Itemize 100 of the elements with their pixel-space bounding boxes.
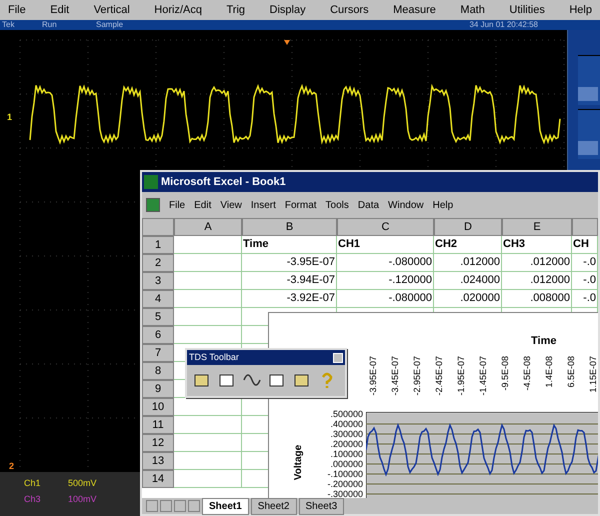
menu-item[interactable]: Window bbox=[388, 198, 424, 212]
menu-item[interactable]: Cursors bbox=[328, 2, 371, 18]
scroll-button[interactable] bbox=[188, 500, 200, 512]
row-header[interactable]: 8 bbox=[142, 362, 174, 380]
table-cell: -3.95E-07 bbox=[242, 254, 337, 272]
tick-label: -2.95E-07 bbox=[412, 356, 422, 398]
menu-item[interactable]: File bbox=[169, 198, 186, 212]
row-header[interactable]: 10 bbox=[142, 398, 174, 416]
axis-title: Time bbox=[531, 334, 556, 349]
column-header[interactable]: A bbox=[174, 218, 242, 236]
tick-label: 1.15E-07 bbox=[588, 356, 598, 395]
row-header[interactable]: 11 bbox=[142, 416, 174, 434]
channel-scale: 500mV bbox=[68, 477, 97, 490]
sheet-tab[interactable]: Sheet3 bbox=[298, 498, 344, 514]
column-header[interactable]: B bbox=[242, 218, 337, 236]
tick-label: -9.5E-08 bbox=[500, 356, 510, 393]
tick-label: -3.45E-07 bbox=[390, 356, 400, 398]
row-header[interactable]: 3 bbox=[142, 272, 174, 290]
table-cell: .008000 bbox=[502, 290, 572, 308]
document-icon[interactable] bbox=[146, 198, 160, 212]
table-cell: -.0 bbox=[572, 272, 598, 290]
table-cell: .020000 bbox=[434, 290, 502, 308]
menu-item[interactable]: Math bbox=[458, 2, 487, 18]
table-cell: -.080000 bbox=[337, 290, 434, 308]
menu-item[interactable]: Display bbox=[268, 2, 308, 18]
panel-button[interactable] bbox=[578, 55, 600, 105]
menu-item[interactable]: View bbox=[220, 198, 242, 212]
row-header[interactable]: 4 bbox=[142, 290, 174, 308]
menu-item[interactable]: Help bbox=[432, 198, 454, 212]
menu-item[interactable]: Utilities bbox=[507, 2, 547, 18]
menu-item[interactable]: Horiz/Acq bbox=[152, 2, 204, 18]
table-cell: CH2 bbox=[434, 236, 502, 254]
menu-item[interactable]: Edit bbox=[48, 2, 72, 18]
sheet-tab[interactable]: Sheet1 bbox=[202, 498, 249, 514]
row-header[interactable]: 9 bbox=[142, 380, 174, 398]
channel-name: Ch3 bbox=[24, 492, 42, 506]
date-time: 34 Jun 01 20:42:58 bbox=[469, 20, 538, 30]
run-state: Run bbox=[42, 20, 58, 30]
tick-label: -2.45E-07 bbox=[434, 356, 444, 398]
table-cell: CH1 bbox=[337, 236, 434, 254]
scroll-button[interactable] bbox=[146, 500, 158, 512]
menu-item[interactable]: Measure bbox=[391, 2, 438, 18]
corner-cell[interactable] bbox=[142, 218, 174, 236]
trigger-marker-icon bbox=[284, 40, 290, 45]
menu-item[interactable]: File bbox=[6, 2, 28, 18]
table-cell: -.0 bbox=[572, 290, 598, 308]
sheet-tab[interactable]: Sheet2 bbox=[250, 498, 296, 514]
row-header[interactable]: 12 bbox=[142, 434, 174, 452]
table-cell: .012000 bbox=[434, 254, 502, 272]
brand-label: Tek bbox=[2, 20, 16, 30]
table-cell: Time bbox=[242, 236, 337, 254]
tick-label: -3.95E-07 bbox=[368, 356, 378, 398]
tick-label: .400000 bbox=[329, 419, 363, 429]
row-header[interactable]: 1 bbox=[142, 236, 174, 254]
row-header[interactable]: 2 bbox=[142, 254, 174, 272]
table-cell: CH3 bbox=[502, 236, 572, 254]
row-header[interactable]: 13 bbox=[142, 452, 174, 470]
row-header[interactable]: 6 bbox=[142, 326, 174, 344]
tick-label: .200000 bbox=[329, 439, 363, 449]
column-header[interactable]: D bbox=[434, 218, 502, 236]
row-header[interactable]: 5 bbox=[142, 308, 174, 326]
channel-marker: 1 bbox=[6, 112, 14, 122]
table-cell: -3.94E-07 bbox=[242, 272, 337, 290]
tick-label: -.200000 bbox=[326, 479, 363, 489]
close-icon[interactable] bbox=[333, 352, 343, 362]
tick-label: .000000 bbox=[329, 459, 363, 469]
table-cell: -.0 bbox=[572, 254, 598, 272]
tick-label: -4.5E-08 bbox=[522, 356, 532, 393]
panel-button[interactable] bbox=[578, 109, 600, 159]
tick-label: .100000 bbox=[329, 449, 363, 459]
tick-label: .300000 bbox=[329, 429, 363, 439]
menu-item[interactable]: Vertical bbox=[92, 2, 132, 18]
menu-item[interactable]: Insert bbox=[250, 198, 276, 212]
acquisition-mode: Sample bbox=[96, 20, 124, 30]
table-cell: -3.92E-07 bbox=[242, 290, 337, 308]
tick-label: -.300000 bbox=[326, 489, 363, 498]
tick-label: -1.95E-07 bbox=[456, 356, 466, 398]
column-header[interactable]: C bbox=[337, 218, 434, 236]
menu-item[interactable]: Help bbox=[567, 2, 594, 18]
table-cell: -.080000 bbox=[337, 254, 434, 272]
scroll-button[interactable] bbox=[174, 500, 186, 512]
window-title: Microsoft Excel - Book1 bbox=[161, 174, 286, 190]
menu-item[interactable]: Format bbox=[284, 198, 317, 212]
channel-scale: 100mV bbox=[68, 492, 97, 506]
menu-item[interactable]: Tools bbox=[326, 198, 349, 212]
tick-label: .500000 bbox=[329, 409, 363, 419]
column-header[interactable]: E bbox=[502, 218, 572, 236]
scroll-button[interactable] bbox=[160, 500, 172, 512]
row-header[interactable]: 7 bbox=[142, 344, 174, 362]
table-cell: -.120000 bbox=[337, 272, 434, 290]
tick-label: 6.5E-08 bbox=[566, 356, 576, 390]
menu-item[interactable]: Edit bbox=[194, 198, 212, 212]
menu-item[interactable]: Data bbox=[358, 198, 380, 212]
axis-title: Voltage bbox=[292, 444, 306, 480]
excel-logo-icon bbox=[144, 175, 158, 189]
column-header[interactable] bbox=[572, 218, 598, 236]
row-header[interactable]: 14 bbox=[142, 470, 174, 488]
menu-item[interactable]: Trig bbox=[224, 2, 248, 18]
toolbar-title: TDS Toolbar bbox=[189, 350, 239, 364]
table-cell: .012000 bbox=[502, 272, 572, 290]
